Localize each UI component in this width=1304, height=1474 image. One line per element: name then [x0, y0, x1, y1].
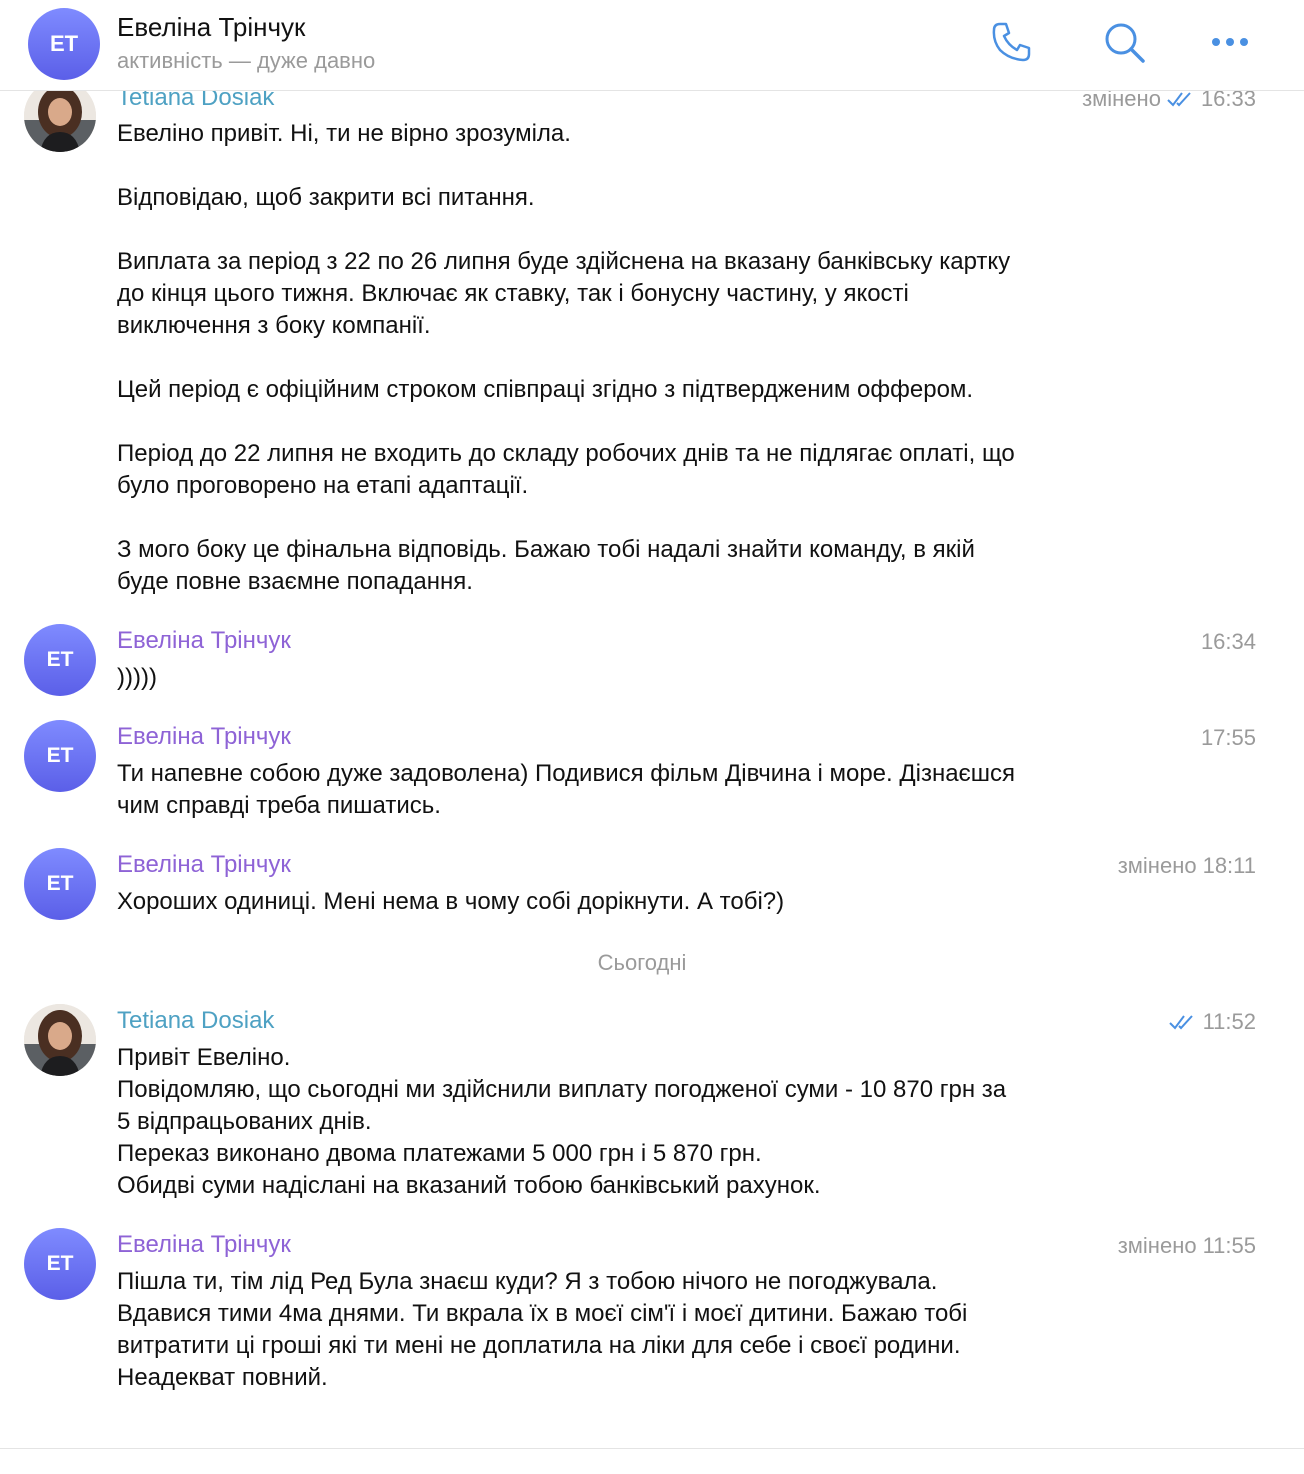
message-text: Ти напевне собою дуже задоволена) Подиви…: [117, 760, 1016, 819]
message-time: 11:52: [1202, 1009, 1256, 1034]
chat-header: ET Евеліна Трінчук активність — дуже дав…: [0, 0, 1304, 91]
message-meta: 17:55: [1201, 725, 1256, 751]
scrollbar[interactable]: [1292, 92, 1300, 1442]
message-meta: 16:34: [1201, 629, 1256, 655]
more-button[interactable]: [1206, 18, 1254, 66]
avatar-evelina[interactable]: ET: [24, 1228, 96, 1300]
search-button[interactable]: [1100, 18, 1148, 66]
message-time: 17:55: [1200, 725, 1256, 750]
message-sender[interactable]: Tetiana Dosiak: [117, 1007, 274, 1035]
avatar-tetiana[interactable]: [24, 1004, 96, 1076]
avatar-evelina[interactable]: ET: [24, 624, 96, 696]
message-meta: 11:52: [1168, 1009, 1256, 1035]
edited-label: змінено: [1117, 853, 1197, 878]
message-sender[interactable]: Евеліна Трінчук: [117, 627, 291, 655]
message-text: Евеліно привіт. Ні, ти не вірно зрозуміл…: [117, 120, 1015, 595]
call-button[interactable]: [988, 18, 1036, 66]
message-time: 18:11: [1202, 853, 1256, 878]
message-sender[interactable]: Евеліна Трінчук: [117, 723, 291, 751]
message-text: ))))): [117, 664, 157, 691]
day-separator: Сьогодні: [597, 950, 687, 975]
phone-icon: [992, 22, 1031, 62]
double-check-icon: [1168, 1015, 1193, 1030]
more-icon: [1212, 38, 1248, 46]
search-icon: [1105, 23, 1145, 63]
message-meta: змінено 11:55: [1118, 1233, 1256, 1259]
chat-status: активність — дуже давно: [117, 48, 376, 73]
message-time: 11:55: [1202, 1233, 1256, 1258]
double-check-icon: [1167, 92, 1191, 107]
edited-label: змінено: [1117, 1233, 1197, 1258]
avatar-evelina[interactable]: ET: [24, 720, 96, 792]
chat-title[interactable]: Евеліна Трінчук: [117, 12, 305, 43]
message-meta: змінено 18:11: [1118, 853, 1256, 879]
composer-divider: [0, 1448, 1304, 1449]
message-text: Хороших одиниці. Мені нема в чому собі д…: [117, 888, 785, 915]
message-text: Привіт Евеліно. Повідомляю, що сьогодні …: [117, 1044, 1007, 1199]
header-avatar[interactable]: ET: [28, 8, 100, 80]
person-photo-icon: [24, 1004, 96, 1076]
message-text: Пішла ти, тім лід Ред Була знаєш куди? Я…: [117, 1268, 968, 1391]
message-sender[interactable]: Евеліна Трінчук: [117, 1231, 291, 1259]
avatar-evelina[interactable]: ET: [24, 848, 96, 920]
message-feed[interactable]: Tetiana Dosiak змінено 16:33 Евеліно при…: [0, 0, 1304, 1474]
message-time: 16:34: [1200, 629, 1256, 654]
message-sender[interactable]: Евеліна Трінчук: [117, 851, 291, 879]
